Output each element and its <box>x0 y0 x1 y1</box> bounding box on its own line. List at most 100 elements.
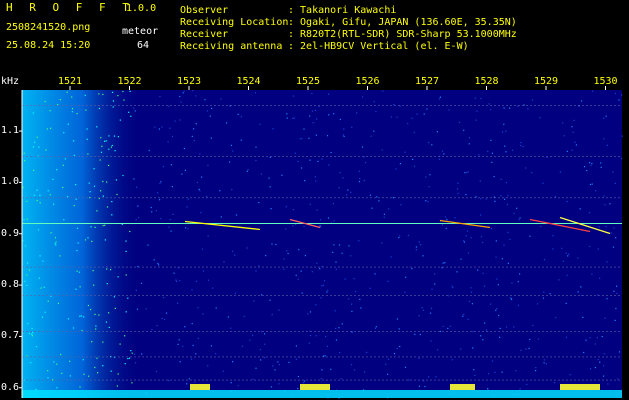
spectrogram <box>19 86 623 399</box>
noise-pixel <box>96 357 98 359</box>
noise-pixel <box>520 349 522 351</box>
noise-pixel <box>447 327 449 329</box>
noise-pixel <box>50 127 52 129</box>
noise-pixel <box>297 160 299 162</box>
noise-pixel <box>423 380 425 382</box>
noise-pixel <box>571 126 573 128</box>
noise-pixel <box>454 217 456 219</box>
noise-pixel <box>437 349 439 351</box>
noise-pixel <box>566 150 568 152</box>
noise-pixel <box>609 203 611 205</box>
noise-pixel <box>26 284 28 286</box>
noise-pixel <box>111 201 113 203</box>
noise-pixel <box>479 214 482 216</box>
noise-pixel <box>456 188 459 190</box>
noise-pixel <box>76 113 78 115</box>
noise-pixel <box>375 326 377 328</box>
noise-pixel <box>309 203 311 205</box>
noise-pixel <box>509 107 511 109</box>
noise-pixel <box>341 252 343 254</box>
noise-pixel <box>191 323 193 325</box>
noise-pixel <box>359 298 361 300</box>
noise-pixel <box>286 117 288 119</box>
noise-pixel <box>431 144 433 146</box>
noise-pixel <box>321 369 323 371</box>
noise-pixel <box>373 101 375 103</box>
noise-pixel <box>491 360 494 362</box>
noise-pixel <box>360 307 362 309</box>
noise-pixel <box>211 107 213 110</box>
noise-pixel <box>594 367 596 369</box>
noise-pixel <box>252 334 254 336</box>
noise-pixel <box>527 108 529 110</box>
noise-pixel <box>602 365 605 367</box>
noise-pixel <box>300 270 302 272</box>
noise-pixel <box>335 339 338 341</box>
noise-pixel <box>418 241 420 243</box>
noise-pixel <box>464 172 466 174</box>
noise-pixel <box>396 116 398 118</box>
noise-pixel <box>246 247 248 249</box>
noise-pixel <box>413 165 416 167</box>
noise-pixel <box>589 183 592 186</box>
noise-pixel <box>529 235 531 237</box>
noise-pixel <box>555 196 557 198</box>
noise-pixel <box>49 110 51 112</box>
noise-pixel <box>310 334 312 337</box>
noise-pixel <box>543 291 545 293</box>
noise-pixel <box>177 302 179 304</box>
noise-pixel <box>415 249 417 251</box>
noise-pixel <box>496 308 498 310</box>
noise-pixel <box>537 338 540 340</box>
noise-pixel <box>161 126 163 128</box>
noise-pixel <box>268 177 270 179</box>
noise-pixel <box>264 343 266 345</box>
noise-pixel <box>430 340 432 342</box>
noise-pixel <box>148 149 150 152</box>
noise-pixel <box>52 379 54 381</box>
noise-pixel <box>467 318 469 320</box>
noise-pixel <box>101 145 103 147</box>
noise-pixel <box>23 152 25 154</box>
noise-pixel <box>445 227 447 230</box>
noise-pixel <box>334 310 336 312</box>
noise-pixel <box>355 290 357 293</box>
noise-pixel <box>182 92 184 94</box>
noise-pixel <box>125 311 127 313</box>
noise-pixel <box>93 284 95 286</box>
noise-pixel <box>199 153 201 155</box>
noise-pixel <box>209 115 211 117</box>
noise-pixel <box>503 244 505 246</box>
noise-pixel <box>61 372 63 374</box>
noise-pixel <box>362 96 364 98</box>
noise-pixel <box>501 371 503 373</box>
noise-pixel <box>387 373 389 375</box>
noise-pixel <box>117 136 119 138</box>
noise-pixel <box>108 164 110 166</box>
noise-pixel <box>219 190 221 192</box>
noise-pixel <box>151 211 153 213</box>
noise-pixel <box>264 333 266 335</box>
noise-pixel <box>366 351 368 353</box>
noise-pixel <box>478 154 480 156</box>
noise-pixel <box>496 278 498 280</box>
noise-pixel <box>323 355 325 357</box>
noise-pixel <box>318 106 320 108</box>
noise-pixel <box>369 194 372 196</box>
noise-pixel <box>54 237 57 239</box>
noise-pixel <box>613 290 615 292</box>
noise-pixel <box>351 303 353 305</box>
noise-pixel <box>376 196 378 198</box>
noise-pixel <box>315 134 317 136</box>
noise-pixel <box>416 113 418 115</box>
noise-pixel <box>55 244 57 246</box>
noise-pixel <box>160 218 162 220</box>
noise-pixel <box>341 323 343 325</box>
noise-pixel <box>526 383 528 385</box>
noise-pixel <box>206 110 209 112</box>
noise-pixel <box>56 169 58 171</box>
noise-pixel <box>347 189 349 191</box>
noise-pixel <box>580 286 582 288</box>
noise-pixel <box>114 307 116 309</box>
noise-pixel <box>184 169 186 171</box>
